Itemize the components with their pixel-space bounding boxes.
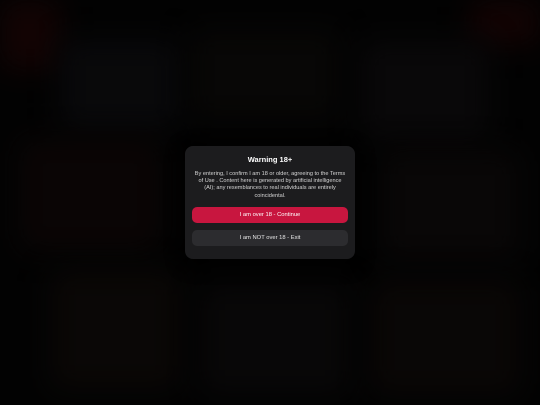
exit-button[interactable]: I am NOT over 18 - Exit (192, 229, 348, 246)
age-warning-dialog: Warning 18+ By entering, I confirm I am … (185, 146, 355, 259)
page: Warning 18+ By entering, I confirm I am … (0, 0, 540, 405)
continue-button[interactable]: I am over 18 - Continue (192, 206, 348, 223)
dialog-title: Warning 18+ (247, 155, 293, 164)
dialog-message: By entering, I confirm I am 18 or older,… (194, 171, 346, 199)
